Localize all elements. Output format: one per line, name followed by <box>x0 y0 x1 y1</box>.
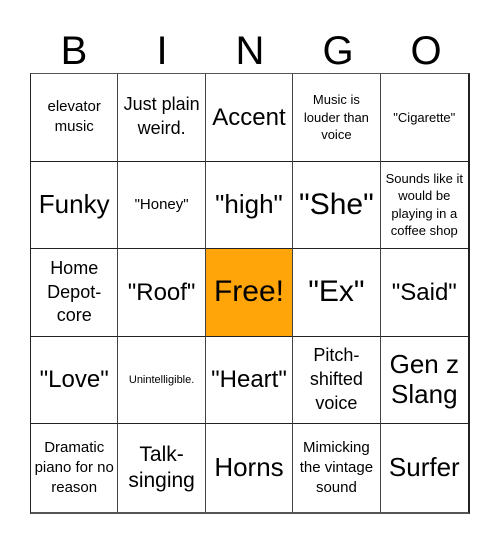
bingo-cell[interactable]: Gen z Slang <box>380 337 468 425</box>
bingo-cell[interactable]: Funky <box>31 161 119 250</box>
bingo-header: B I N G O <box>30 28 470 74</box>
bingo-cell[interactable]: "Love" <box>31 336 119 425</box>
bingo-cell[interactable]: "Roof" <box>118 249 206 337</box>
bingo-cell[interactable]: Horns <box>206 424 294 512</box>
bingo-cell[interactable]: "high" <box>205 161 294 250</box>
bingo-cell[interactable]: Mimicking the vintage sound <box>293 424 381 512</box>
bingo-cell[interactable]: "She" <box>293 161 381 250</box>
bingo-cell[interactable]: "Ex" <box>293 249 381 337</box>
bingo-cell[interactable]: Pitch-shifted voice <box>293 336 381 425</box>
bingo-cell[interactable]: Just plain weird. <box>118 74 206 162</box>
bingo-cell[interactable]: Unintelligible. <box>118 336 206 425</box>
bingo-cell[interactable]: Home Depot-core <box>31 249 119 337</box>
bingo-cell[interactable]: "Heart" <box>205 336 294 425</box>
bingo-cell[interactable]: Music is louder than voice <box>293 74 381 162</box>
bingo-cell[interactable]: "Honey" <box>118 161 206 250</box>
bingo-cell[interactable]: Dramatic piano for no reason <box>31 424 119 512</box>
header-letter-b: B <box>60 29 88 73</box>
header-letter-g: G <box>322 29 354 73</box>
bingo-cell[interactable]: Accent <box>205 74 294 162</box>
header-letter-i: I <box>156 29 168 73</box>
bingo-cell[interactable]: Surfer <box>381 424 468 512</box>
header-letter-o: O <box>410 29 442 73</box>
bingo-cell[interactable]: Sounds like it would be playing in a cof… <box>380 162 468 250</box>
bingo-board: elevator music Just plain weird. Accent … <box>30 73 470 514</box>
header-letter-n: N <box>235 29 265 73</box>
bingo-cell[interactable]: "Cigarette" <box>380 74 468 162</box>
bingo-cell[interactable]: "Said" <box>380 249 468 337</box>
bingo-cell[interactable]: elevator music <box>31 74 119 162</box>
bingo-cell[interactable]: Talk-singing <box>118 424 206 512</box>
free-space-cell[interactable]: Free! <box>205 249 294 337</box>
